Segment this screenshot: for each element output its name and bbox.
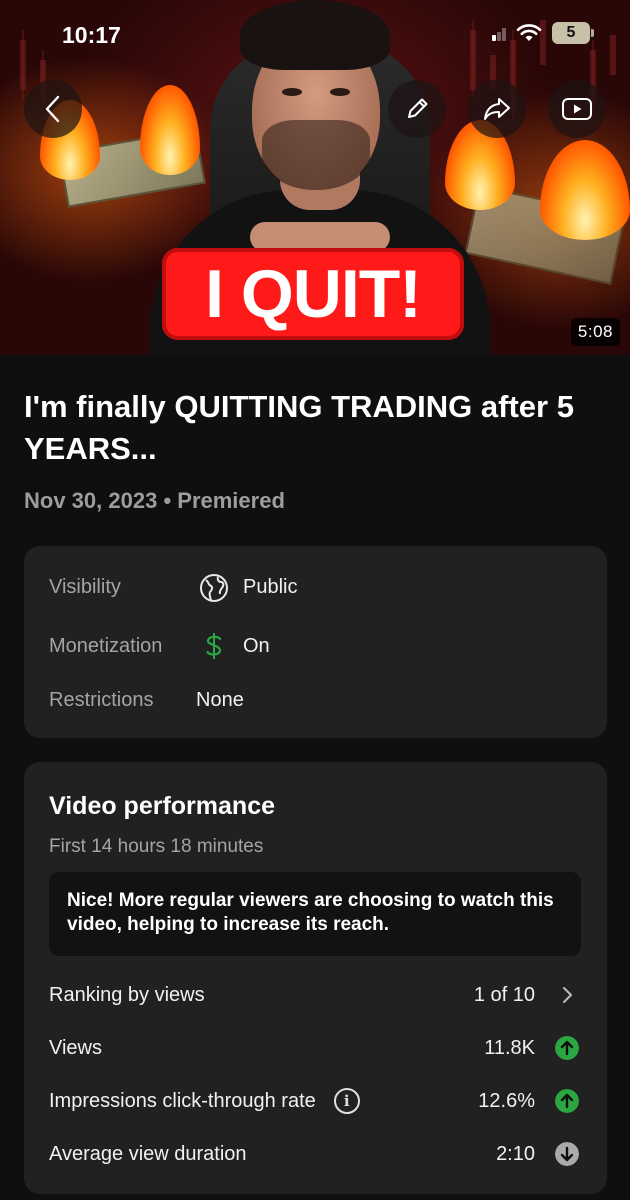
person-hair <box>240 0 390 70</box>
monetization-value: On <box>243 635 270 657</box>
share-icon <box>484 98 510 120</box>
thumbnail-overlay-text: I QUIT! <box>205 256 422 332</box>
battery-level: 5 <box>566 24 576 41</box>
video-meta: Nov 30, 2023 • Premiered <box>24 488 285 514</box>
ctr-label: Impressions click-through rate <box>49 1089 316 1112</box>
wifi-icon <box>516 24 542 41</box>
dollar-icon <box>206 633 222 659</box>
battery-icon: 5 <box>552 22 594 44</box>
edit-button[interactable] <box>388 80 446 138</box>
arrow-up-icon <box>555 1036 579 1060</box>
pencil-icon <box>408 98 428 118</box>
status-time: 10:17 <box>62 22 121 48</box>
ranking-label: Ranking by views <box>49 983 205 1006</box>
performance-title: Video performance <box>49 792 276 820</box>
performance-subtitle: First 14 hours 18 minutes <box>49 836 264 857</box>
video-performance-card: Video performance First 14 hours 18 minu… <box>24 762 607 1194</box>
arrow-up-icon <box>555 1089 579 1113</box>
globe-icon <box>200 574 228 602</box>
avg-view-duration-value: 2:10 <box>496 1142 535 1165</box>
ranking-value: 1 of 10 <box>473 983 535 1006</box>
ctr-row: Impressions click-through rate i 12.6% <box>49 1086 581 1116</box>
thumbnail-banner: I QUIT! <box>162 248 464 340</box>
watch-on-youtube-button[interactable] <box>548 80 606 138</box>
chevron-right-icon <box>563 987 572 1003</box>
share-button[interactable] <box>468 80 526 138</box>
youtube-play-icon <box>562 98 592 120</box>
video-thumbnail[interactable]: I QUIT! 5:08 <box>0 0 630 355</box>
info-icon[interactable]: i <box>333 1088 360 1114</box>
chevron-left-icon <box>45 95 60 123</box>
visibility-label: Visibility <box>49 576 121 598</box>
views-row: Views 11.8K <box>49 1033 581 1063</box>
signal-icon <box>492 28 506 41</box>
video-duration: 5:08 <box>570 318 620 346</box>
publish-date: Nov 30, 2023 <box>24 488 158 513</box>
back-button[interactable] <box>24 80 82 138</box>
status-icons: 5 <box>492 22 594 44</box>
person-eye <box>330 88 350 96</box>
person-eye <box>282 88 302 96</box>
performance-tip: Nice! More regular viewers are choosing … <box>49 872 581 956</box>
meta-separator: • <box>163 488 172 513</box>
monetization-label: Monetization <box>49 635 163 657</box>
ctr-value: 12.6% <box>478 1089 535 1112</box>
views-value: 11.8K <box>484 1036 535 1059</box>
views-label: Views <box>49 1036 102 1059</box>
arrow-down-icon <box>555 1142 579 1166</box>
visibility-value: Public <box>243 576 298 598</box>
restrictions-value: None <box>196 689 244 711</box>
avg-view-duration-label: Average view duration <box>49 1142 247 1165</box>
publish-status: Premiered <box>177 488 285 513</box>
ranking-row[interactable]: Ranking by views 1 of 10 <box>49 980 581 1010</box>
person-beard <box>262 120 370 190</box>
video-title: I'm finally QUITTING TRADING after 5 YEA… <box>24 389 574 466</box>
restrictions-label: Restrictions <box>49 689 154 711</box>
video-details-card: Visibility Public Monetization On Restri… <box>24 546 607 738</box>
avg-view-duration-row: Average view duration 2:10 <box>49 1139 581 1169</box>
